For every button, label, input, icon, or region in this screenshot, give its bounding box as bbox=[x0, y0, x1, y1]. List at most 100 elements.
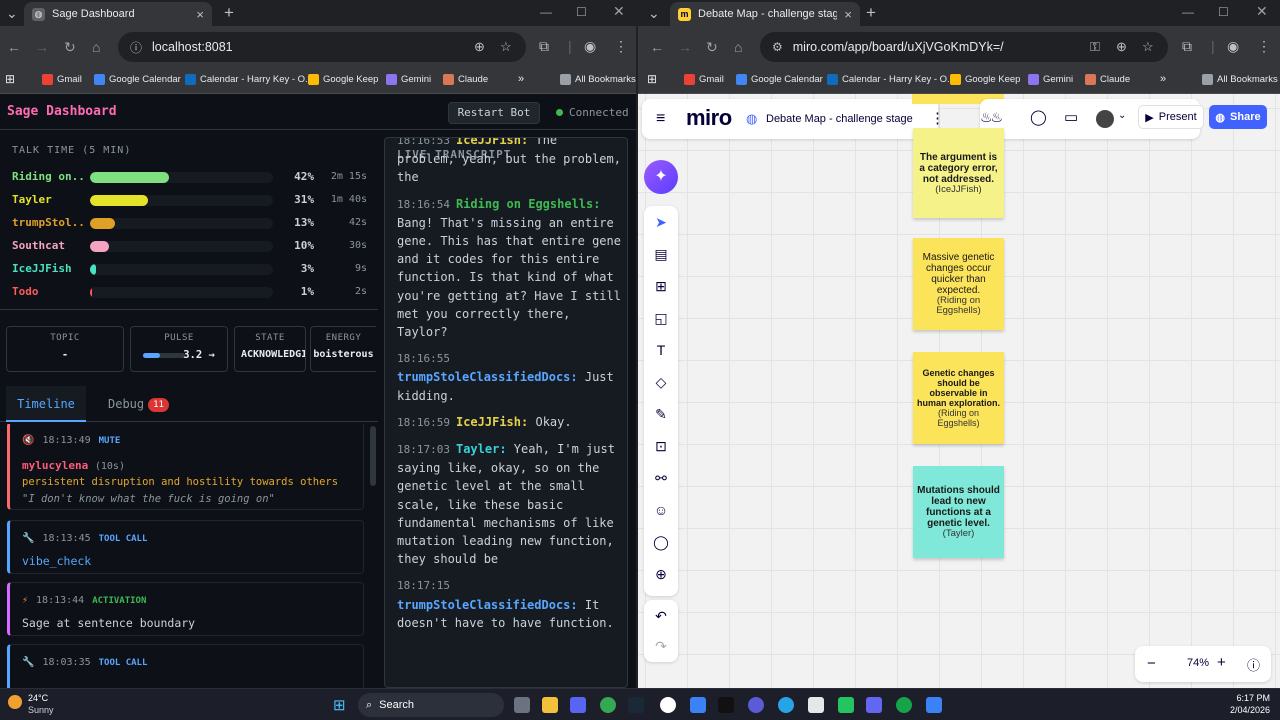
discord-icon[interactable] bbox=[570, 697, 586, 713]
bookmark-claude[interactable]: Claude bbox=[1085, 74, 1130, 85]
close-tab-icon[interactable]: × bbox=[196, 7, 204, 22]
close-tab-icon[interactable]: × bbox=[844, 7, 852, 22]
video-call-icon[interactable]: ▭ bbox=[1064, 108, 1078, 126]
apps-icon[interactable]: ⊞ bbox=[5, 72, 15, 86]
comment-icon[interactable]: ◯ bbox=[644, 534, 678, 551]
close-window-icon[interactable]: ✕ bbox=[613, 3, 625, 20]
extensions-icon[interactable]: ⧉ bbox=[1182, 38, 1192, 55]
bookmark-gmail[interactable]: Gmail bbox=[684, 74, 724, 85]
chevron-down-icon[interactable]: ⌄ bbox=[1118, 110, 1126, 121]
minimize-icon[interactable]: — bbox=[1182, 5, 1194, 19]
clock-date[interactable]: 2/04/2026 bbox=[1210, 705, 1270, 715]
close-window-icon[interactable]: ✕ bbox=[1256, 3, 1268, 20]
weather-icon[interactable] bbox=[8, 695, 22, 709]
zoom-icon[interactable]: ⊕ bbox=[474, 39, 485, 55]
pen-icon[interactable]: ✎ bbox=[644, 406, 678, 423]
help-icon[interactable]: ⓘ bbox=[1247, 655, 1260, 674]
notepad-icon[interactable] bbox=[808, 697, 824, 713]
bookmark-gmail[interactable]: Gmail bbox=[42, 74, 82, 85]
all-bookmarks[interactable]: All Bookmarks bbox=[560, 74, 636, 85]
emoji-icon[interactable]: ☺ bbox=[644, 502, 678, 518]
redo-icon[interactable]: ↷ bbox=[644, 638, 678, 655]
timeline-scrollbar[interactable] bbox=[370, 426, 376, 486]
apps-icon[interactable]: ⊞ bbox=[647, 72, 657, 86]
clock-time[interactable]: 6:17 PM bbox=[1210, 693, 1270, 703]
steam-icon[interactable] bbox=[628, 697, 644, 713]
all-bookmarks[interactable]: All Bookmarks bbox=[1202, 74, 1278, 85]
add-more-icon[interactable]: ⊕ bbox=[644, 566, 678, 583]
site-settings-icon[interactable]: ⚙ bbox=[772, 40, 783, 54]
bookmark-gemini[interactable]: Gemini bbox=[386, 74, 431, 85]
address-bar[interactable]: ⓘ localhost:8081 ⊕ ☆ bbox=[118, 32, 526, 62]
undo-icon[interactable]: ↶ bbox=[644, 608, 678, 625]
app-icon[interactable] bbox=[896, 697, 912, 713]
reload-icon[interactable]: ↻ bbox=[64, 39, 76, 56]
bookmark-gemini[interactable]: Gemini bbox=[1028, 74, 1073, 85]
more-bookmarks-icon[interactable]: » bbox=[518, 73, 524, 85]
app-icon[interactable] bbox=[778, 697, 794, 713]
miro-logo[interactable]: miro bbox=[686, 105, 732, 131]
tab-debug[interactable]: Debug 11 bbox=[108, 386, 169, 422]
menu-icon[interactable]: ⋮ bbox=[614, 38, 628, 55]
windows-start-icon[interactable]: ⊞ bbox=[333, 696, 346, 714]
site-info-icon[interactable]: ⓘ bbox=[130, 39, 142, 56]
bookmark-calendar-outlook[interactable]: Calendar - Harry Key - O... bbox=[185, 74, 313, 85]
bookmark-calendar-outlook[interactable]: Calendar - Harry Key - O... bbox=[827, 74, 955, 85]
zoom-out-icon[interactable]: − bbox=[1147, 655, 1156, 672]
frame-grid-icon[interactable]: ⊞ bbox=[644, 278, 678, 295]
connector-icon[interactable]: ⚯ bbox=[644, 470, 678, 487]
task-view-icon[interactable] bbox=[514, 697, 530, 713]
avatar[interactable] bbox=[1096, 110, 1114, 128]
app-icon[interactable] bbox=[660, 697, 676, 713]
app-icon[interactable] bbox=[838, 697, 854, 713]
bookmark-google-calendar[interactable]: Google Calendar bbox=[94, 74, 181, 85]
menu-icon[interactable]: ⋮ bbox=[1257, 38, 1271, 55]
new-tab-icon[interactable]: + bbox=[224, 3, 234, 23]
new-tab-icon[interactable]: + bbox=[866, 3, 876, 23]
sticky-note[interactable]: The argument is a category error, not ad… bbox=[913, 128, 1004, 218]
app-icon[interactable] bbox=[866, 697, 882, 713]
maximize-icon[interactable]: ☐ bbox=[1218, 5, 1229, 19]
bookmark-star-icon[interactable]: ☆ bbox=[1142, 39, 1154, 55]
sticky-note-icon[interactable]: ◱ bbox=[644, 310, 678, 327]
board-title[interactable]: Debate Map - challenge stage bbox=[766, 113, 913, 125]
timeline-item-tool-call[interactable]: 🔧 18:13:45 TOOL CALL vibe_check bbox=[7, 520, 364, 574]
chrome-icon[interactable] bbox=[600, 697, 616, 713]
bookmark-google-keep[interactable]: Google Keep bbox=[950, 74, 1020, 85]
bookmark-claude[interactable]: Claude bbox=[443, 74, 488, 85]
profile-icon[interactable]: ◉ bbox=[584, 38, 596, 55]
profile-icon[interactable]: ◉ bbox=[1227, 38, 1239, 55]
tab-miro[interactable]: m Debate Map - challenge stage - Miro × bbox=[670, 2, 860, 26]
address-bar[interactable]: ⚙ miro.com/app/board/uXjVGoKmDYk=/ ⚿ ⊕ ☆ bbox=[760, 32, 1168, 62]
timeline-item-tool-call[interactable]: 🔧 18:03:35 TOOL CALL bbox=[7, 644, 364, 688]
app-icon[interactable] bbox=[690, 697, 706, 713]
zoom-icon[interactable]: ⊕ bbox=[1116, 39, 1127, 55]
terminal-icon[interactable] bbox=[718, 697, 734, 713]
zoom-level[interactable]: 74% bbox=[1177, 657, 1219, 669]
board-menu-icon[interactable]: ⋮ bbox=[930, 109, 945, 127]
text-icon[interactable]: T bbox=[644, 342, 678, 358]
present-button[interactable]: ▶ Present bbox=[1138, 105, 1204, 129]
reactions-icon[interactable]: ♨♨ bbox=[980, 109, 1003, 126]
timeline-item-activation[interactable]: ⚡ 18:13:44 ACTIVATION Sage at sentence bou… bbox=[7, 582, 364, 636]
sticky-note[interactable]: Massive genetic changes occur quicker th… bbox=[913, 238, 1004, 330]
app-icon[interactable] bbox=[748, 697, 764, 713]
home-icon[interactable]: ⌂ bbox=[734, 39, 742, 55]
templates-icon[interactable]: ▤ bbox=[644, 246, 678, 263]
tab-list-chevron-icon[interactable]: ⌄ bbox=[648, 5, 660, 22]
miro-board-canvas[interactable]: ≡ miro ◍ Debate Map - challenge stage ⋮ … bbox=[638, 94, 1280, 688]
taskbar-search[interactable]: ⌕ Search bbox=[358, 693, 504, 717]
file-explorer-icon[interactable] bbox=[542, 697, 558, 713]
shapes-icon[interactable]: ◇ bbox=[644, 374, 678, 391]
maximize-icon[interactable]: ☐ bbox=[576, 5, 587, 19]
reload-icon[interactable]: ↻ bbox=[706, 39, 718, 56]
back-icon[interactable]: ← bbox=[7, 39, 21, 55]
forward-icon[interactable]: → bbox=[35, 39, 49, 55]
extensions-icon[interactable]: ⧉ bbox=[539, 38, 549, 55]
hamburger-menu-icon[interactable]: ≡ bbox=[656, 110, 665, 128]
timeline-item-mute[interactable]: 🔇 18:13:49 MUTE mylucylena (10s) persisten… bbox=[7, 424, 364, 510]
home-icon[interactable]: ⌂ bbox=[92, 39, 100, 55]
minimize-icon[interactable]: — bbox=[540, 5, 552, 19]
more-bookmarks-icon[interactable]: » bbox=[1160, 73, 1166, 85]
tab-timeline[interactable]: Timeline bbox=[6, 386, 86, 422]
